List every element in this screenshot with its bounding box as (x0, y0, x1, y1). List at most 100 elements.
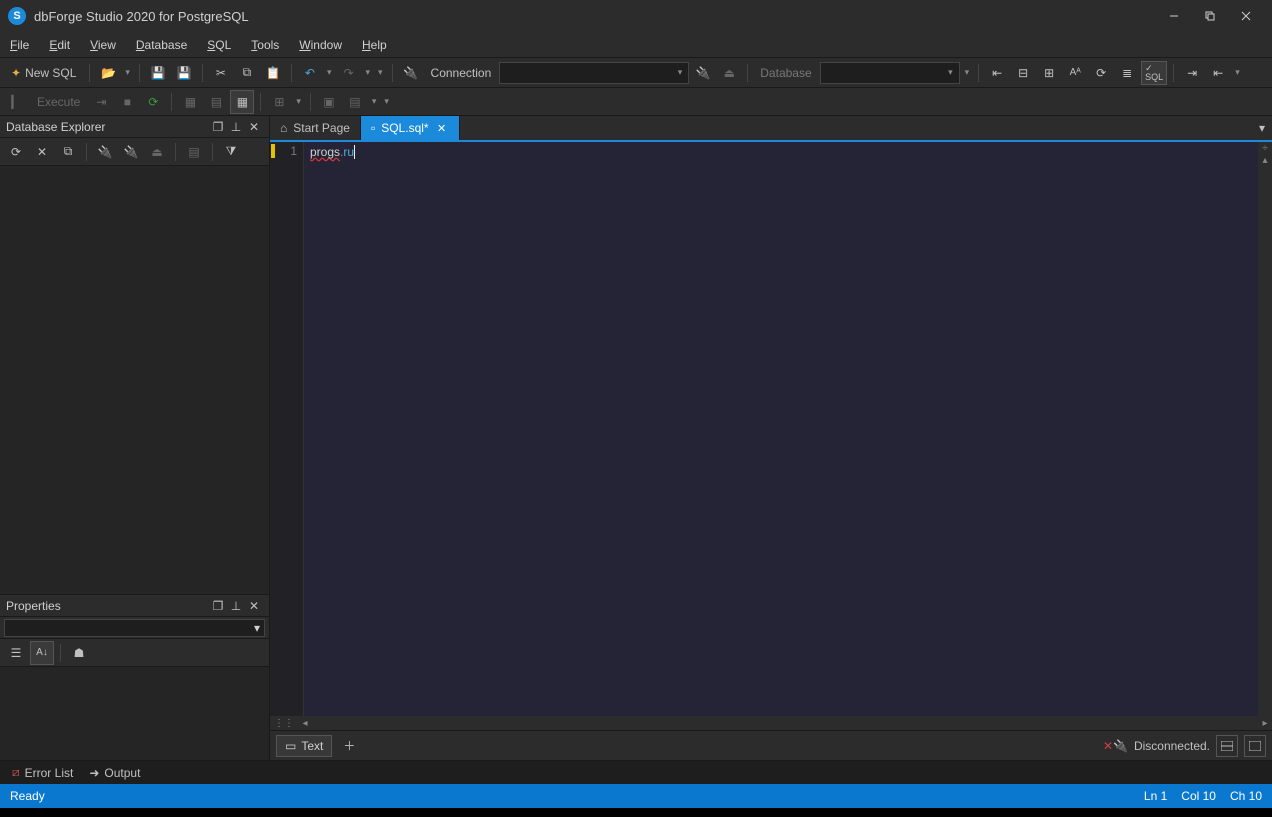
collapse-all-button[interactable]: ⧉ (56, 140, 80, 164)
cut-button[interactable]: ✂ (209, 61, 233, 85)
copy-button[interactable]: ⧉ (235, 61, 259, 85)
query-profile-button[interactable]: ⊞ (267, 90, 291, 114)
object-script-button[interactable]: ▤ (182, 140, 206, 164)
menu-view[interactable]: View (80, 32, 126, 57)
code-editor[interactable]: progs.ru (304, 142, 1258, 716)
open-file-dropdown[interactable]: ▾ (122, 67, 133, 78)
property-pages-button[interactable]: ☗ (67, 641, 91, 665)
uncomment-button[interactable]: ⊞ (1037, 61, 1061, 85)
sparkle-icon: ✦ (11, 66, 21, 80)
panel-close-button[interactable]: ✕ (245, 597, 263, 615)
minimize-button[interactable] (1156, 0, 1192, 32)
indent-right-button[interactable]: ⇤ (1206, 61, 1230, 85)
chevron-down-icon: ▾ (678, 67, 683, 78)
reconnect-button[interactable]: ⟳ (141, 90, 165, 114)
properties-selector-row: ▾ (0, 617, 269, 639)
result-file-button[interactable]: ▦ (230, 90, 254, 114)
refresh-button[interactable]: ⟳ (1089, 61, 1113, 85)
new-sql-button[interactable]: ✦ New SQL (4, 61, 83, 85)
connect-button[interactable]: 🔌 (691, 61, 715, 85)
status-column: Col 10 (1181, 789, 1216, 803)
connection-overflow[interactable]: ▾ (962, 67, 973, 78)
new-connection-button[interactable]: 🔌 (399, 61, 423, 85)
refresh-tree-button[interactable]: ⟳ (4, 140, 28, 164)
execute-button[interactable]: Execute (30, 90, 87, 114)
close-connection-button[interactable]: ✕ (30, 140, 54, 164)
text-view-tab[interactable]: ▭ Text (276, 735, 332, 757)
outdent-button[interactable]: ⇤ (985, 61, 1009, 85)
tab-sql-file[interactable]: ▫ SQL.sql* ✕ (361, 116, 460, 140)
query-history-button[interactable]: ▤ (343, 90, 367, 114)
categorized-button[interactable]: ☰ (4, 641, 28, 665)
tabstrip-menu[interactable]: ▾ (1252, 116, 1272, 140)
layout-full-button[interactable] (1244, 735, 1266, 757)
connection-combo[interactable]: ▾ (499, 62, 689, 84)
database-combo[interactable]: ▾ (820, 62, 960, 84)
uppercase-button[interactable]: Aᴬ (1063, 61, 1087, 85)
undo-dropdown[interactable]: ▾ (324, 67, 335, 78)
close-button[interactable] (1228, 0, 1264, 32)
scroll-right-button[interactable]: ▸ (1258, 718, 1272, 729)
scroll-up-icon[interactable]: ▴ (1262, 156, 1267, 166)
execute-current-button[interactable]: ⇥ (89, 90, 113, 114)
menu-window[interactable]: Window (289, 32, 352, 57)
execute-overflow[interactable]: ▾ (381, 96, 392, 107)
save-button[interactable]: 💾 (146, 61, 170, 85)
format-overflow[interactable]: ▾ (1232, 67, 1243, 78)
scissors-icon: ✂ (216, 66, 226, 80)
split-grip-icon[interactable]: ⋮⋮ (270, 718, 298, 729)
output-tab[interactable]: ➜ Output (83, 763, 146, 783)
plug-off-icon: ⏏ (724, 66, 735, 80)
open-file-button[interactable]: 📂 (96, 61, 120, 85)
result-text-button[interactable]: ▤ (204, 90, 228, 114)
tab-start-page[interactable]: ⌂ Start Page (270, 116, 361, 140)
database-explorer-tree[interactable] (0, 166, 269, 594)
toolbar-overflow[interactable]: ▾ (375, 67, 386, 78)
alphabetical-button[interactable]: A↓ (30, 641, 54, 665)
panel-pin-button[interactable]: ⊥ (227, 597, 245, 615)
result-grid-button[interactable]: ▦ (178, 90, 202, 114)
save-all-button[interactable]: 💾 (172, 61, 196, 85)
panel-window-button[interactable]: ❐ (209, 597, 227, 615)
comment-button[interactable]: ⊟ (1011, 61, 1035, 85)
panel-pin-button[interactable]: ⊥ (227, 118, 245, 136)
add-view-button[interactable]: ＋ (338, 735, 360, 757)
menu-database[interactable]: Database (126, 32, 197, 57)
split-handle[interactable]: ÷ (1262, 144, 1268, 154)
connect-tree-button[interactable]: 🔌 (119, 140, 143, 164)
menu-file[interactable]: File (0, 32, 39, 57)
app-title: dbForge Studio 2020 for PostgreSQL (34, 9, 1156, 24)
properties-object-combo[interactable]: ▾ (4, 619, 265, 637)
sql-check-button[interactable]: ✓SQL (1141, 61, 1167, 85)
redo-dropdown[interactable]: ▾ (362, 67, 373, 78)
paste-button[interactable]: 📋 (261, 61, 285, 85)
scroll-left-button[interactable]: ◂ (298, 718, 312, 729)
history-dropdown[interactable]: ▾ (369, 96, 380, 107)
layout-split-button[interactable] (1216, 735, 1238, 757)
maximize-button[interactable] (1192, 0, 1228, 32)
new-connection-tree-button[interactable]: 🔌 (93, 140, 117, 164)
redo-button[interactable]: ↷ (336, 61, 360, 85)
menu-edit[interactable]: Edit (39, 32, 80, 57)
panel-close-button[interactable]: ✕ (245, 118, 263, 136)
stop-button[interactable]: ■ (115, 90, 139, 114)
separator (212, 143, 213, 161)
alphabetical-icon: A↓ (36, 647, 48, 658)
menu-tools[interactable]: Tools (241, 32, 289, 57)
undo-button[interactable]: ↶ (298, 61, 322, 85)
execute-marker-button[interactable]: ▎ (4, 90, 28, 114)
panel-window-button[interactable]: ❐ (209, 118, 227, 136)
token-member: ru (343, 145, 354, 159)
menu-sql[interactable]: SQL (197, 32, 241, 57)
indent-left-button[interactable]: ⇥ (1180, 61, 1204, 85)
properties-grid[interactable] (0, 667, 269, 760)
disconnect-tree-button[interactable]: ⏏ (145, 140, 169, 164)
query-builder-button[interactable]: ▣ (317, 90, 341, 114)
format-button[interactable]: ≣ (1115, 61, 1139, 85)
filter-button[interactable]: ⧩ (219, 140, 243, 164)
disconnect-button[interactable]: ⏏ (717, 61, 741, 85)
error-list-tab[interactable]: ⧄ Error List (6, 763, 79, 783)
profile-dropdown[interactable]: ▾ (293, 96, 304, 107)
tab-close-button[interactable]: ✕ (435, 121, 449, 135)
menu-help[interactable]: Help (352, 32, 397, 57)
